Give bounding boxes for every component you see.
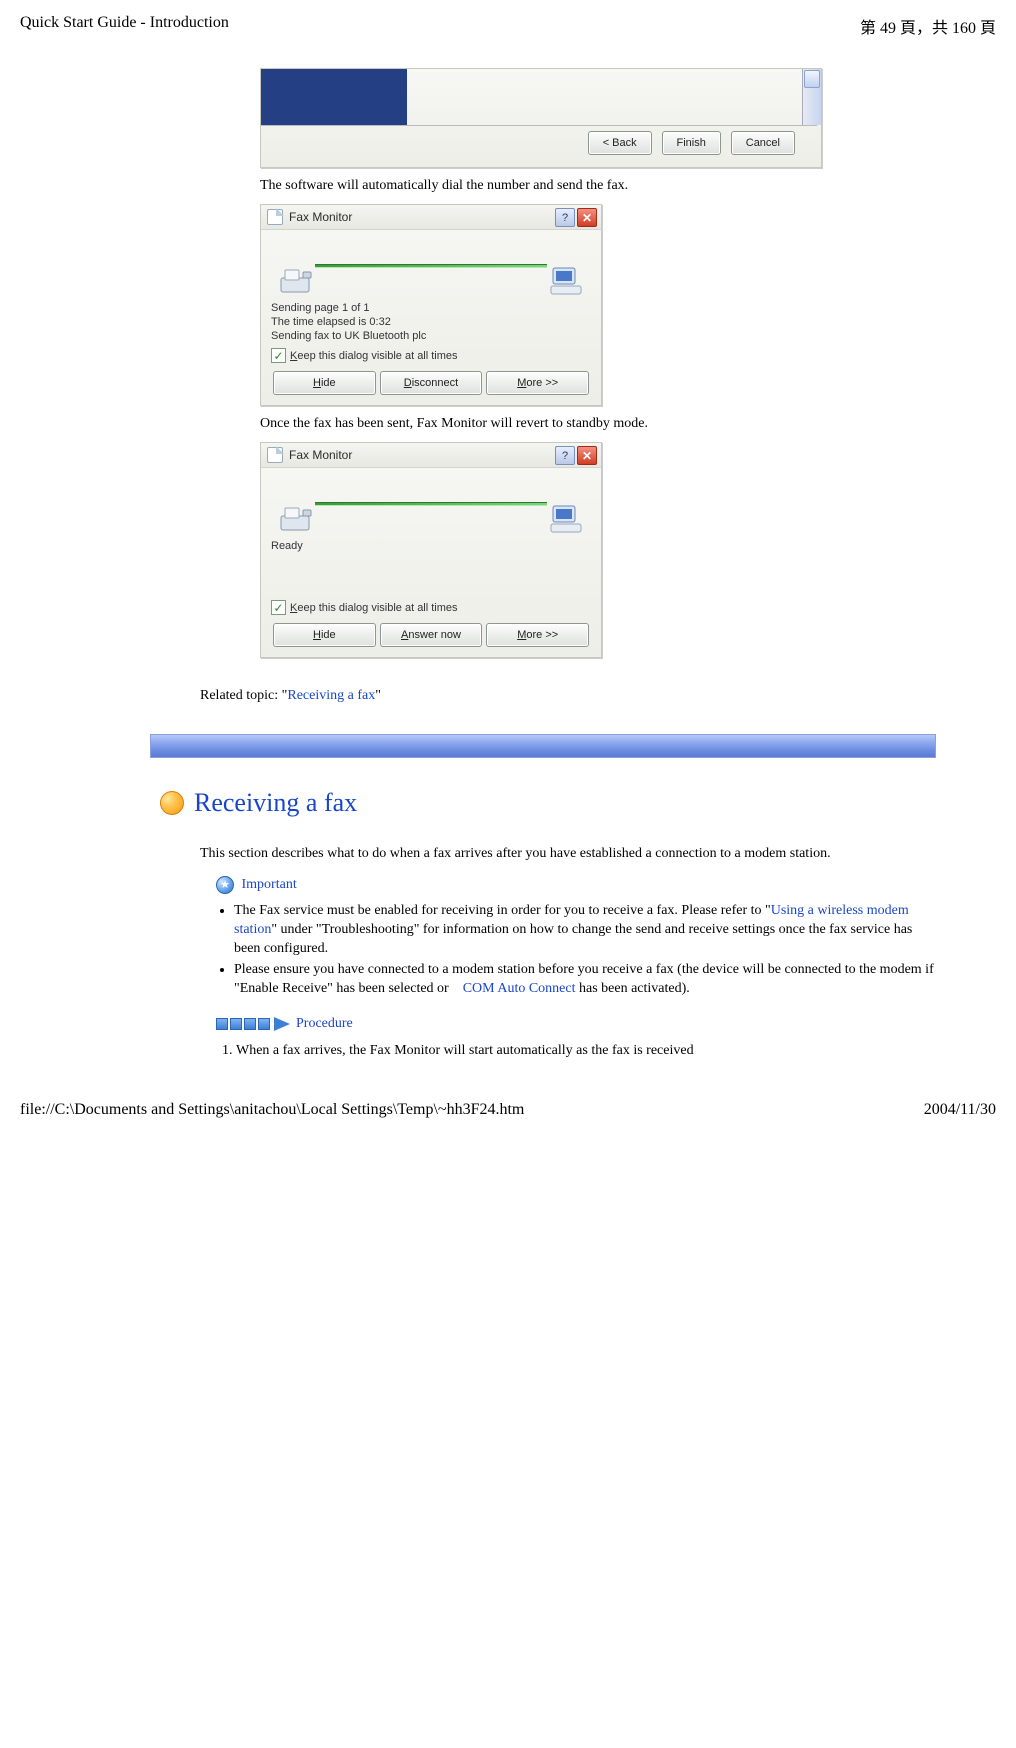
status-line-1: Sending page 1 of 1 — [271, 302, 591, 314]
important-bullet-2: Please ensure you have connected to a mo… — [234, 961, 936, 999]
section-divider-bar — [150, 734, 936, 758]
disconnect-button[interactable]: Disconnect — [380, 371, 483, 395]
close-button[interactable]: ✕ — [577, 208, 597, 227]
fax-monitor-sending-dialog: Fax Monitor ? ✕ — [260, 204, 602, 406]
fax-doc-icon — [267, 447, 283, 463]
wizard-scrollbar[interactable] — [802, 69, 821, 125]
wizard-panel: < Back Finish Cancel — [260, 68, 822, 168]
computer-icon — [549, 504, 585, 534]
answer-now-button[interactable]: Answer now — [380, 623, 483, 647]
important-bullet-1: The Fax service must be enabled for rece… — [234, 902, 936, 959]
page-footer: file://C:\Documents and Settings\anitach… — [20, 1101, 996, 1119]
wizard-sidebar-image — [261, 69, 407, 125]
status-ready: Ready — [271, 540, 591, 552]
finish-button[interactable]: Finish — [662, 131, 721, 155]
computer-icon — [549, 266, 585, 296]
important-star-icon: ★ — [216, 876, 234, 894]
procedure-arrow-icon — [274, 1017, 290, 1031]
dialog-title-text: Fax Monitor — [289, 448, 352, 462]
paragraph-after-wizard: The software will automatically dial the… — [260, 178, 936, 194]
fax-monitor-ready-dialog: Fax Monitor ? ✕ — [260, 442, 602, 658]
keep-visible-checkbox[interactable]: ✓ — [271, 600, 286, 615]
paragraph-after-sending: Once the fax has been sent, Fax Monitor … — [260, 416, 936, 432]
keep-visible-label: Keep this dialog visible at all times — [290, 350, 458, 362]
status-line-3: Sending fax to UK Bluetooth plc — [271, 330, 591, 342]
procedure-step-1: When a fax arrives, the Fax Monitor will… — [236, 1042, 936, 1061]
fax-doc-icon — [267, 209, 283, 225]
procedure-label: Procedure — [296, 1016, 353, 1032]
help-button[interactable]: ? — [555, 208, 575, 227]
keep-visible-label: Keep this dialog visible at all times — [290, 602, 458, 614]
related-topic: Related topic: "Receiving a fax" — [200, 688, 936, 704]
fax-machine-icon — [277, 506, 317, 534]
status-line-2: The time elapsed is 0:32 — [271, 316, 591, 328]
back-button[interactable]: < Back — [588, 131, 652, 155]
dialog-title-text: Fax Monitor — [289, 210, 352, 224]
doc-title: Quick Start Guide - Introduction — [20, 14, 229, 38]
procedure-blocks-icon — [216, 1018, 270, 1030]
fax-machine-icon — [277, 268, 317, 296]
dialog-titlebar: Fax Monitor ? ✕ — [261, 205, 601, 230]
close-button[interactable]: ✕ — [577, 446, 597, 465]
help-button[interactable]: ? — [555, 446, 575, 465]
more-button[interactable]: More >> — [486, 371, 589, 395]
hide-button[interactable]: Hide — [273, 623, 376, 647]
keep-visible-checkbox[interactable]: ✓ — [271, 348, 286, 363]
section-heading: Receiving a fax — [194, 788, 357, 818]
file-path: file://C:\Documents and Settings\anitach… — [20, 1101, 524, 1119]
section-bullet-icon — [160, 791, 184, 815]
more-button[interactable]: More >> — [486, 623, 589, 647]
related-link[interactable]: Receiving a fax — [287, 688, 375, 703]
page-header: Quick Start Guide - Introduction 第 49 頁，… — [20, 14, 996, 38]
cancel-button[interactable]: Cancel — [731, 131, 795, 155]
page-indicator: 第 49 頁，共 160 頁 — [860, 14, 996, 38]
important-label: Important — [242, 877, 297, 892]
file-date: 2004/11/30 — [924, 1101, 996, 1119]
section-intro: This section describes what to do when a… — [200, 846, 936, 862]
dialog-titlebar: Fax Monitor ? ✕ — [261, 443, 601, 468]
link-com-auto-connect[interactable]: COM Auto Connect — [463, 981, 576, 996]
hide-button[interactable]: Hide — [273, 371, 376, 395]
